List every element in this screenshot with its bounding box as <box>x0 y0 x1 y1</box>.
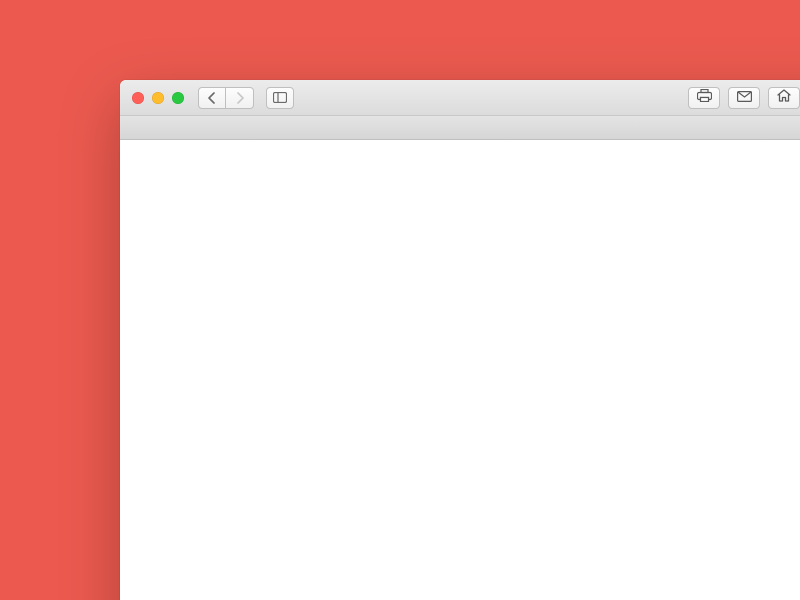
printer-icon <box>697 89 712 107</box>
print-button[interactable] <box>688 87 720 109</box>
browser-window <box>120 80 800 600</box>
chevron-right-icon <box>235 92 245 104</box>
tab-bar <box>120 116 800 140</box>
titlebar <box>120 80 800 116</box>
minimize-button[interactable] <box>152 92 164 104</box>
forward-button[interactable] <box>226 87 254 109</box>
house-icon <box>777 89 791 107</box>
zoom-button[interactable] <box>172 92 184 104</box>
toolbar-right <box>688 87 800 109</box>
mail-button[interactable] <box>728 87 760 109</box>
home-button[interactable] <box>768 87 800 109</box>
close-button[interactable] <box>132 92 144 104</box>
navigation-group <box>198 87 254 109</box>
window-controls <box>132 92 184 104</box>
sidebar-icon <box>273 92 287 103</box>
sidebar-toggle-button[interactable] <box>266 87 294 109</box>
back-button[interactable] <box>198 87 226 109</box>
page-content <box>120 140 800 600</box>
chevron-left-icon <box>207 92 217 104</box>
envelope-icon <box>737 89 752 107</box>
